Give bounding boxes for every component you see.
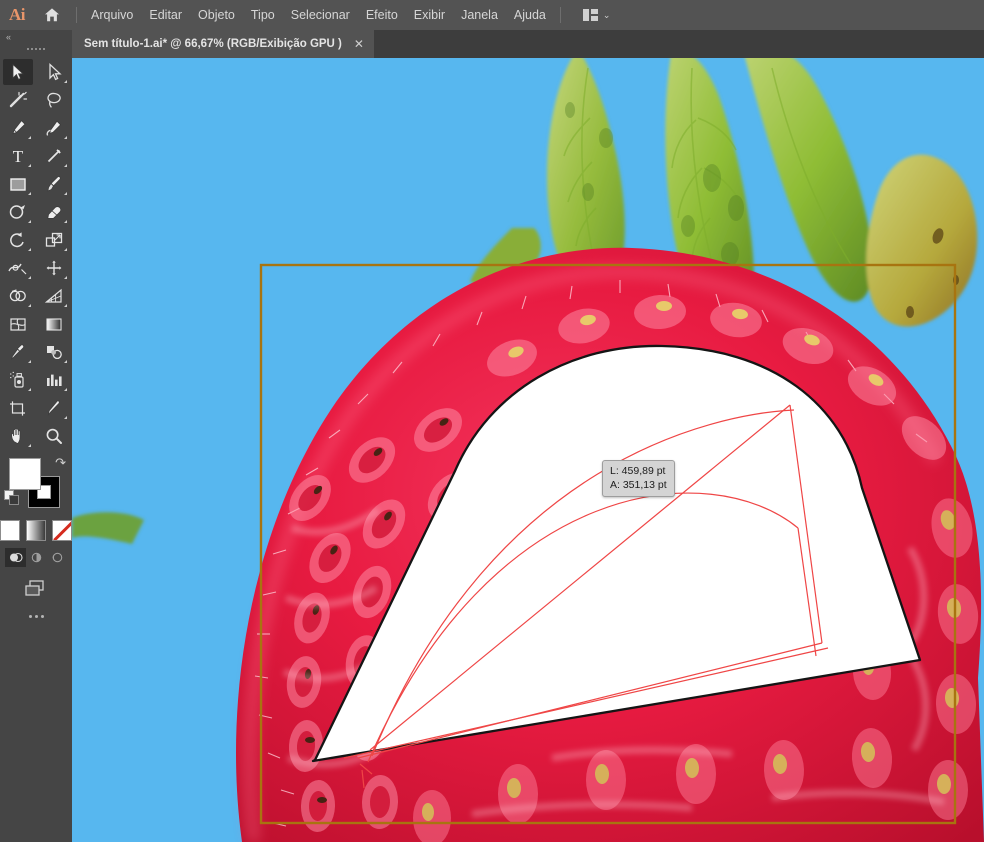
magic-wand-tool[interactable] [3,87,33,113]
menu-item-ajuda[interactable]: Ajuda [506,0,554,30]
tool-flyout-indicator [28,220,31,223]
illustrator-window: Ai Arquivo Editar Objeto Tipo Selecionar… [0,0,984,842]
artboard-tool[interactable] [3,395,33,421]
slice-tool[interactable] [39,395,69,421]
draw-inside-mode[interactable] [47,548,68,567]
eyedropper-tool[interactable] [3,339,33,365]
tool-flyout-indicator [28,360,31,363]
curvature-tool[interactable] [39,115,69,141]
rotate-tool[interactable] [3,227,33,253]
eraser-tool[interactable] [39,199,69,225]
color-mode-none[interactable] [52,520,72,541]
close-icon[interactable]: ✕ [354,38,364,50]
fill-swatch[interactable] [9,458,41,490]
symbol-sprayer-tool[interactable] [3,367,33,393]
tool-flyout-indicator [64,388,67,391]
collapse-panel-icon[interactable]: « [0,30,72,43]
menu-item-efeito[interactable]: Efeito [358,0,406,30]
screen-mode-button[interactable] [0,577,72,599]
type-tool[interactable]: T [3,143,33,169]
shape-builder-tool[interactable] [3,283,33,309]
hand-tool[interactable] [3,423,33,449]
menu-item-janela[interactable]: Janela [453,0,506,30]
color-mode-buttons [0,520,72,541]
tool-flyout-indicator [28,248,31,251]
column-graph-tool[interactable] [39,367,69,393]
menu-divider-2 [559,7,561,23]
tool-flyout-indicator [64,416,67,419]
document-tab-title: Sem título-1.ai* @ 66,67% (RGB/Exibição … [84,38,342,50]
menu-item-arquivo[interactable]: Arquivo [83,0,141,30]
drawing-mode-buttons [0,548,72,567]
canvas-artwork [72,58,984,842]
tools-panel: « T ↷ [0,30,72,842]
workspace-grid-icon [582,9,598,21]
menu-item-tipo[interactable]: Tipo [243,0,283,30]
tool-flyout-indicator [28,276,31,279]
swap-fill-stroke-icon[interactable]: ↷ [55,456,66,469]
chevron-down-icon: ⌄ [602,9,611,20]
tool-flyout-indicator [64,164,67,167]
lasso-tool[interactable] [39,87,69,113]
shaper-tool[interactable] [3,199,33,225]
tool-flyout-indicator [64,192,67,195]
document-canvas[interactable]: L: 459,89 pt A: 351,13 pt [72,58,984,842]
panel-grip-handle[interactable] [0,43,72,55]
home-icon[interactable] [34,0,70,30]
blend-tool[interactable] [39,339,69,365]
document-tab[interactable]: Sem título-1.ai* @ 66,67% (RGB/Exibição … [72,30,374,58]
color-mode-color[interactable] [0,520,20,541]
direct-selection-tool[interactable] [39,59,69,85]
line-segment-tool[interactable] [39,143,69,169]
mesh-tool[interactable] [3,311,33,337]
tool-flyout-indicator [64,248,67,251]
menu-item-editar[interactable]: Editar [141,0,190,30]
menu-divider [76,7,77,23]
workspace-switcher[interactable]: ⌄ [577,0,617,30]
menu-item-exibir[interactable]: Exibir [406,0,453,30]
width-tool[interactable] [3,255,33,281]
paintbrush-tool[interactable] [39,171,69,197]
draw-normal-mode[interactable] [4,548,26,567]
tool-flyout-indicator [64,220,67,223]
app-logo: Ai [9,5,26,24]
tool-flyout-indicator [28,388,31,391]
menu-item-selecionar[interactable]: Selecionar [283,0,358,30]
tool-flyout-indicator [28,136,31,139]
gradient-tool[interactable] [39,311,69,337]
edit-toolbar-button[interactable] [0,615,72,618]
pen-tool[interactable] [3,115,33,141]
scale-tool[interactable] [39,227,69,253]
svg-text:T: T [13,147,24,165]
measurement-length: L: 459,89 pt [610,465,666,477]
default-fill-stroke-icon[interactable] [4,490,19,505]
fill-stroke-control: ↷ [0,456,72,518]
selection-tool[interactable] [3,59,33,85]
free-transform-tool[interactable] [39,255,69,281]
perspective-grid-tool[interactable] [39,283,69,309]
tool-flyout-indicator [28,192,31,195]
menu-bar: Ai Arquivo Editar Objeto Tipo Selecionar… [0,0,984,30]
rectangle-tool[interactable] [3,171,33,197]
zoom-tool[interactable] [39,423,69,449]
tool-flyout-indicator [64,80,67,83]
tool-flyout-indicator [64,304,67,307]
tool-flyout-indicator [64,360,67,363]
document-tab-bar: Sem título-1.ai* @ 66,67% (RGB/Exibição … [0,30,984,58]
color-mode-gradient[interactable] [26,520,46,541]
measurement-angle: A: 351,13 pt [610,479,667,491]
tool-flyout-indicator [64,276,67,279]
menu-item-objeto[interactable]: Objeto [190,0,243,30]
tool-flyout-indicator [28,304,31,307]
tool-flyout-indicator [64,136,67,139]
tool-flyout-indicator [28,444,31,447]
tool-grid: T [0,55,72,450]
measurement-tooltip: L: 459,89 pt A: 351,13 pt [602,460,675,497]
tool-flyout-indicator [28,164,31,167]
draw-behind-mode[interactable] [26,548,47,567]
